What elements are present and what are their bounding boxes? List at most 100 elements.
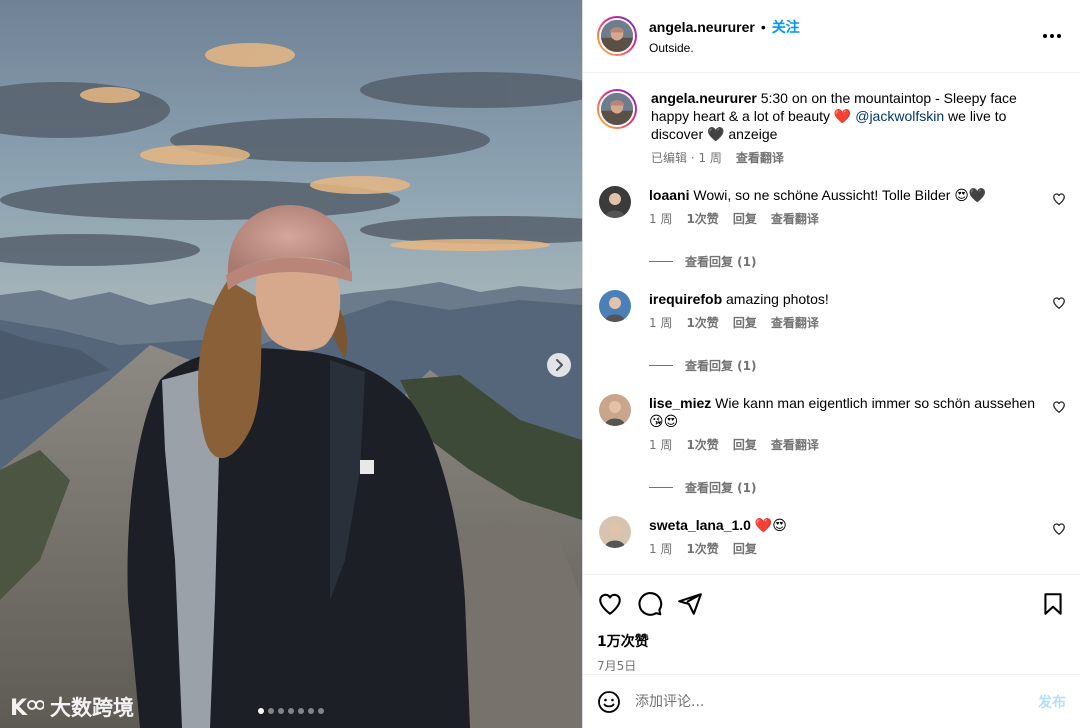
comment-text: Wowi, so ne schöne Aussicht! Tolle Bilde…	[689, 187, 987, 203]
post-photo[interactable]: K 大数跨境	[0, 0, 582, 728]
caption-username[interactable]: angela.neururer	[651, 90, 757, 106]
carousel-dot	[318, 708, 324, 714]
caption-body-end: anzeige	[724, 126, 778, 142]
comment-likes[interactable]: 1次赞	[686, 436, 718, 453]
author-avatar[interactable]	[597, 16, 637, 56]
comment-see-translation[interactable]: 查看翻译	[771, 210, 819, 227]
black-heart-emoji: 🖤	[707, 126, 725, 142]
comment-time: 1 周	[649, 438, 673, 452]
comment-meta: 1 周 1次赞 回复 查看翻译	[649, 314, 1036, 331]
share-send-icon[interactable]	[677, 591, 703, 617]
emoji-picker-icon[interactable]	[597, 690, 621, 714]
view-replies-label: 查看回复 (1)	[685, 359, 757, 373]
caption-edited-time: 已编辑 · 1 周	[651, 151, 722, 165]
separator-dot: •	[760, 19, 766, 35]
view-replies-label: 查看回复 (1)	[685, 255, 757, 269]
post-header: angela.neururer • 关注 Outside.	[583, 0, 1080, 73]
post-dialog: K 大数跨境 angela.neururer • 关注 Outside. ang…	[0, 0, 1080, 728]
comment-meta: 1 周 1次赞 回复	[649, 540, 1036, 557]
comment-likes[interactable]: 1次赞	[686, 540, 718, 557]
commenter-avatar-image	[599, 516, 631, 548]
view-replies-line	[649, 365, 673, 366]
red-heart-emoji: ❤️	[833, 108, 852, 124]
commenter-avatar[interactable]	[599, 394, 631, 426]
comment-reply-button[interactable]: 回复	[733, 540, 757, 557]
comment-like-icon[interactable]	[1052, 522, 1066, 536]
watermark-logo-icon: K	[10, 696, 44, 719]
comment-input[interactable]	[635, 693, 1024, 710]
commenter-avatar[interactable]	[599, 186, 631, 218]
post-location[interactable]: Outside.	[649, 41, 1038, 55]
comment-see-translation[interactable]: 查看翻译	[771, 314, 819, 331]
view-replies-line	[649, 261, 673, 262]
add-comment-bar: 发布	[583, 674, 1080, 728]
like-heart-icon[interactable]	[597, 591, 623, 617]
comment-likes[interactable]: 1次赞	[686, 210, 718, 227]
comment-meta: 1 周 1次赞 回复 查看翻译	[649, 436, 1036, 453]
watermark: K 大数跨境	[10, 692, 134, 722]
comment-username[interactable]: sweta_lana_1.0	[649, 517, 751, 533]
comment-item: irequirefob amazing photos! 1 周 1次赞 回复 查看翻译	[597, 290, 1066, 331]
follow-button[interactable]: 关注	[772, 17, 800, 37]
comment-item: loaani Wowi, so ne schöne Aussicht! Toll…	[597, 186, 1066, 227]
comment-item: lise_miez Wie kann man eigentlich immer …	[597, 394, 1066, 453]
commenter-avatar[interactable]	[599, 290, 631, 322]
comment-reply-button[interactable]: 回复	[733, 314, 757, 331]
comment-like-icon[interactable]	[1052, 296, 1066, 310]
comment-bubble-icon[interactable]	[637, 591, 663, 617]
view-replies-button[interactable]: 查看回复 (1)	[649, 357, 1066, 374]
comment-reply-button[interactable]: 回复	[733, 210, 757, 227]
carousel-dot	[278, 708, 284, 714]
post-actions: 1万次赞 7月5日	[583, 574, 1080, 674]
caption-see-translation[interactable]: 查看翻译	[736, 149, 784, 166]
more-horizontal-icon	[1043, 34, 1061, 38]
carousel-dot	[258, 708, 264, 714]
commenter-avatar[interactable]	[599, 516, 631, 548]
save-bookmark-icon[interactable]	[1040, 591, 1066, 617]
commenter-avatar-image	[599, 290, 631, 322]
carousel-dot	[288, 708, 294, 714]
view-replies-button[interactable]: 查看回复 (1)	[649, 253, 1066, 270]
svg-text:K: K	[10, 696, 28, 719]
comment-like-icon[interactable]	[1052, 192, 1066, 206]
author-username[interactable]: angela.neururer	[649, 19, 755, 35]
more-options-button[interactable]	[1038, 22, 1066, 50]
comment-text: ❤️😍	[750, 517, 787, 533]
comment-time: 1 周	[649, 316, 673, 330]
view-replies-button[interactable]: 查看回复 (1)	[649, 479, 1066, 496]
carousel-dot	[298, 708, 304, 714]
carousel-dot	[268, 708, 274, 714]
comment-text: amazing photos!	[722, 291, 829, 307]
view-replies-line	[649, 487, 673, 488]
author-avatar-image	[601, 20, 633, 52]
comment-username[interactable]: lise_miez	[649, 395, 711, 411]
caption-meta: 已编辑 · 1 周 查看翻译	[651, 149, 1026, 166]
post-date: 7月5日	[597, 659, 637, 673]
mountain-portrait-image	[0, 0, 582, 728]
comment-item: sweta_lana_1.0 ❤️😍 1 周 1次赞 回复	[597, 516, 1066, 557]
likes-count[interactable]: 1万次赞	[597, 631, 1066, 651]
comment-time: 1 周	[649, 212, 673, 226]
next-slide-button[interactable]	[547, 353, 571, 377]
caption-text: angela.neururer 5:30 on on the mountaint…	[651, 89, 1026, 143]
comment-username[interactable]: irequirefob	[649, 291, 722, 307]
post-caption: angela.neururer 5:30 on on the mountaint…	[597, 89, 1066, 166]
commenter-avatar-image	[599, 186, 631, 218]
comment-meta: 1 周 1次赞 回复 查看翻译	[649, 210, 1036, 227]
comments-section[interactable]: angela.neururer 5:30 on on the mountaint…	[583, 73, 1080, 574]
post-comment-button[interactable]: 发布	[1038, 692, 1066, 712]
comment-likes[interactable]: 1次赞	[686, 314, 718, 331]
post-details-panel: angela.neururer • 关注 Outside. angela.neu…	[582, 0, 1080, 728]
comment-reply-button[interactable]: 回复	[733, 436, 757, 453]
chevron-right-icon	[556, 359, 563, 371]
comment-time: 1 周	[649, 542, 673, 556]
comment-like-icon[interactable]	[1052, 400, 1066, 414]
comment-username[interactable]: loaani	[649, 187, 689, 203]
carousel-dot	[308, 708, 314, 714]
watermark-text: 大数跨境	[50, 696, 134, 720]
caption-mention-link[interactable]: @jackwolfskin	[855, 108, 944, 124]
caption-author-avatar[interactable]	[597, 89, 637, 129]
comment-see-translation[interactable]: 查看翻译	[771, 436, 819, 453]
view-replies-label: 查看回复 (1)	[685, 481, 757, 495]
caption-avatar-image	[601, 93, 633, 125]
